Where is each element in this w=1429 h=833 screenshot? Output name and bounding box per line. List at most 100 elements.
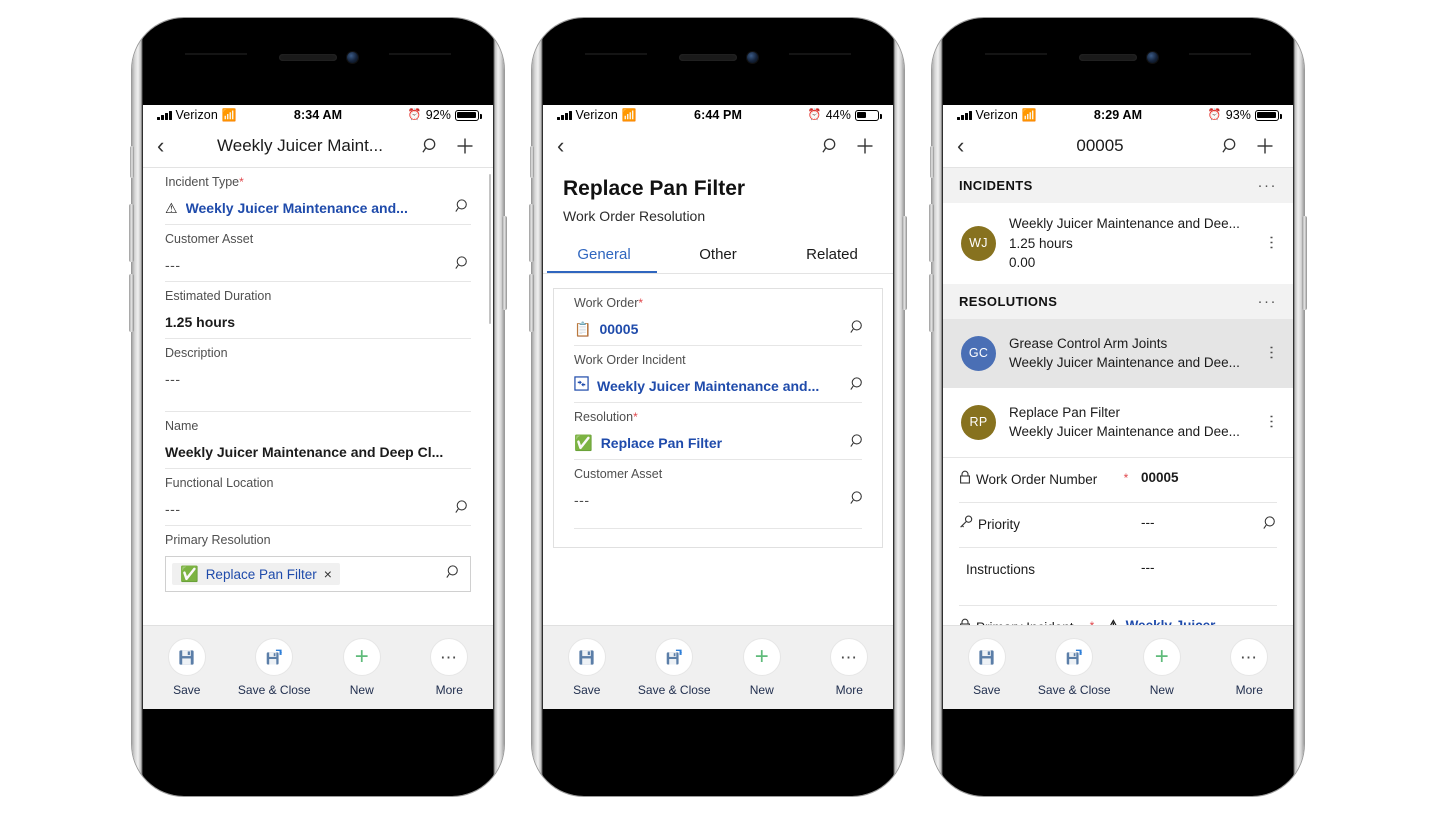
tab-related[interactable]: Related (775, 240, 889, 273)
field-estimated-duration[interactable]: Estimated Duration 1.25 hours (143, 282, 493, 338)
search-icon-3[interactable] (1217, 137, 1245, 155)
row-overflow-icon[interactable]: ⋯ (1263, 345, 1280, 361)
lookup-search-icon[interactable] (455, 198, 471, 218)
lock-icon (959, 470, 971, 490)
nav-bar-2: ‹ (543, 125, 893, 167)
field-value[interactable]: Weekly Juicer Maintenance and Deep Cl... (165, 444, 471, 460)
command-bar-3: Save Save & Close + New ⋯ More (943, 625, 1293, 709)
lookup-search-icon[interactable] (850, 433, 866, 453)
scrollbar-thumb-1[interactable] (488, 174, 491, 324)
back-button-3[interactable]: ‹ (957, 135, 983, 157)
new-button-3[interactable]: + New (1118, 638, 1206, 697)
save-button-1[interactable]: Save (143, 638, 231, 697)
field-value[interactable]: --- (165, 371, 471, 387)
more-button-2[interactable]: ⋯ More (806, 638, 894, 697)
field-label: Customer Asset (165, 232, 254, 246)
command-label: New (349, 683, 374, 697)
back-button-1[interactable]: ‹ (157, 135, 183, 157)
lookup-search-icon[interactable] (455, 499, 471, 519)
remove-pill-icon[interactable]: × (324, 566, 332, 582)
field-value[interactable]: Replace Pan Filter (601, 435, 842, 451)
add-new-icon-2[interactable] (851, 136, 879, 156)
volume-down-button-3[interactable] (929, 274, 934, 332)
list-item[interactable]: WJ Weekly Juicer Maintenance and Dee... … (943, 203, 1293, 284)
search-icon-1[interactable] (417, 137, 445, 155)
field-priority[interactable]: Priority --- (943, 503, 1293, 548)
power-button-1[interactable] (502, 216, 507, 310)
field-value[interactable]: --- (1141, 515, 1257, 530)
list-item[interactable]: RP Replace Pan Filter Weekly Juicer Main… (943, 387, 1293, 457)
lookup-search-icon[interactable] (455, 255, 471, 275)
add-new-icon-3[interactable] (1251, 136, 1279, 156)
lookup-search-icon[interactable] (1263, 515, 1279, 535)
silent-switch-3[interactable] (930, 146, 934, 178)
list-item-text: Replace Pan Filter Weekly Juicer Mainten… (1009, 403, 1251, 442)
field-label: Functional Location (165, 476, 274, 490)
field-row: --- (574, 490, 866, 510)
field-value[interactable]: --- (1141, 560, 1279, 575)
save-button-3[interactable]: Save (943, 638, 1031, 697)
volume-up-button-3[interactable] (929, 204, 934, 262)
tab-general[interactable]: General (547, 240, 661, 273)
field-primary-resolution[interactable]: Primary Resolution ✅ Replace Pan Filter … (143, 526, 493, 602)
field-work-order[interactable]: Work Order* 📋 00005 (554, 289, 882, 345)
field-value[interactable]: --- (165, 257, 447, 273)
field-name[interactable]: Name Weekly Juicer Maintenance and Deep … (143, 412, 493, 468)
field-instructions[interactable]: Instructions --- (943, 548, 1293, 605)
field-customer-asset-2[interactable]: Customer Asset --- (554, 460, 882, 528)
field-row: 1.25 hours (165, 312, 471, 332)
lookup-search-icon[interactable] (850, 490, 866, 510)
command-label: More (835, 683, 863, 697)
field-value[interactable]: --- (165, 501, 447, 517)
field-value[interactable]: 00005 (599, 321, 842, 337)
general-tab-card: Work Order* 📋 00005 Work Order Incident … (553, 288, 883, 548)
power-button-3[interactable] (1302, 216, 1307, 310)
silent-switch-2[interactable] (530, 146, 534, 178)
more-button-1[interactable]: ⋯ More (406, 638, 494, 697)
tab-other[interactable]: Other (661, 240, 775, 273)
field-row: ✅ Replace Pan Filter (574, 433, 866, 453)
field-customer-asset[interactable]: Customer Asset --- (143, 225, 493, 281)
volume-down-button-1[interactable] (129, 274, 134, 332)
field-value[interactable]: --- (574, 492, 842, 508)
new-button-1[interactable]: + New (318, 638, 406, 697)
field-functional-location[interactable]: Functional Location --- (143, 469, 493, 525)
ellipsis-glyph: ⋯ (440, 647, 459, 667)
field-incident-type[interactable]: Incident Type* ⚠ Weekly Juicer Maintenan… (143, 168, 493, 224)
save-and-close-button-3[interactable]: Save & Close (1031, 638, 1119, 697)
field-work-order-number[interactable]: Work Order Number * 00005 (943, 457, 1293, 503)
lookup-search-icon[interactable] (850, 319, 866, 339)
lookup-search-icon[interactable] (446, 564, 462, 584)
field-description[interactable]: Description --- (143, 339, 493, 411)
save-and-close-button-1[interactable]: Save & Close (231, 638, 319, 697)
field-value[interactable]: 1.25 hours (165, 314, 471, 330)
new-button-2[interactable]: + New (718, 638, 806, 697)
more-button-3[interactable]: ⋯ More (1206, 638, 1294, 697)
volume-up-button-2[interactable] (529, 204, 534, 262)
list-item[interactable]: GC Grease Control Arm Joints Weekly Juic… (943, 318, 1293, 388)
field-work-order-incident[interactable]: Work Order Incident Weekly Juicer Mainte… (554, 346, 882, 402)
section-overflow-icon[interactable]: ··· (1258, 178, 1278, 193)
field-resolution[interactable]: Resolution* ✅ Replace Pan Filter (554, 403, 882, 459)
field-value[interactable]: Weekly Juicer Maintenance and... (186, 200, 447, 216)
add-new-icon-1[interactable] (451, 136, 479, 156)
primary-resolution-lookup-input[interactable]: ✅ Replace Pan Filter × (165, 556, 471, 592)
silent-switch-1[interactable] (130, 146, 134, 178)
command-bar-1: Save Save & Close + New ⋯ More (143, 625, 493, 709)
list-item-line-1: Weekly Juicer Maintenance and Dee... (1009, 216, 1240, 231)
power-button-2[interactable] (902, 216, 907, 310)
lookup-search-icon[interactable] (850, 376, 866, 396)
volume-down-button-2[interactable] (529, 274, 534, 332)
search-icon-2[interactable] (817, 137, 845, 155)
status-bar-2: Verizon 📶 6:44 PM ⏰ 44% (543, 105, 893, 125)
save-button-2[interactable]: Save (543, 638, 631, 697)
back-button-2[interactable]: ‹ (557, 135, 583, 157)
selected-record-pill[interactable]: ✅ Replace Pan Filter × (172, 563, 340, 585)
row-overflow-icon[interactable]: ⋯ (1263, 414, 1280, 430)
volume-up-button-1[interactable] (129, 204, 134, 262)
save-and-close-button-2[interactable]: Save & Close (631, 638, 719, 697)
row-overflow-icon[interactable]: ⋯ (1263, 235, 1280, 251)
section-overflow-icon[interactable]: ··· (1258, 294, 1278, 309)
field-value[interactable]: Weekly Juicer Maintenance and... (597, 378, 842, 394)
screenshot-stage: Verizon 📶 8:34 AM ⏰ 92% ‹ Weekly Juicer … (0, 0, 1429, 833)
